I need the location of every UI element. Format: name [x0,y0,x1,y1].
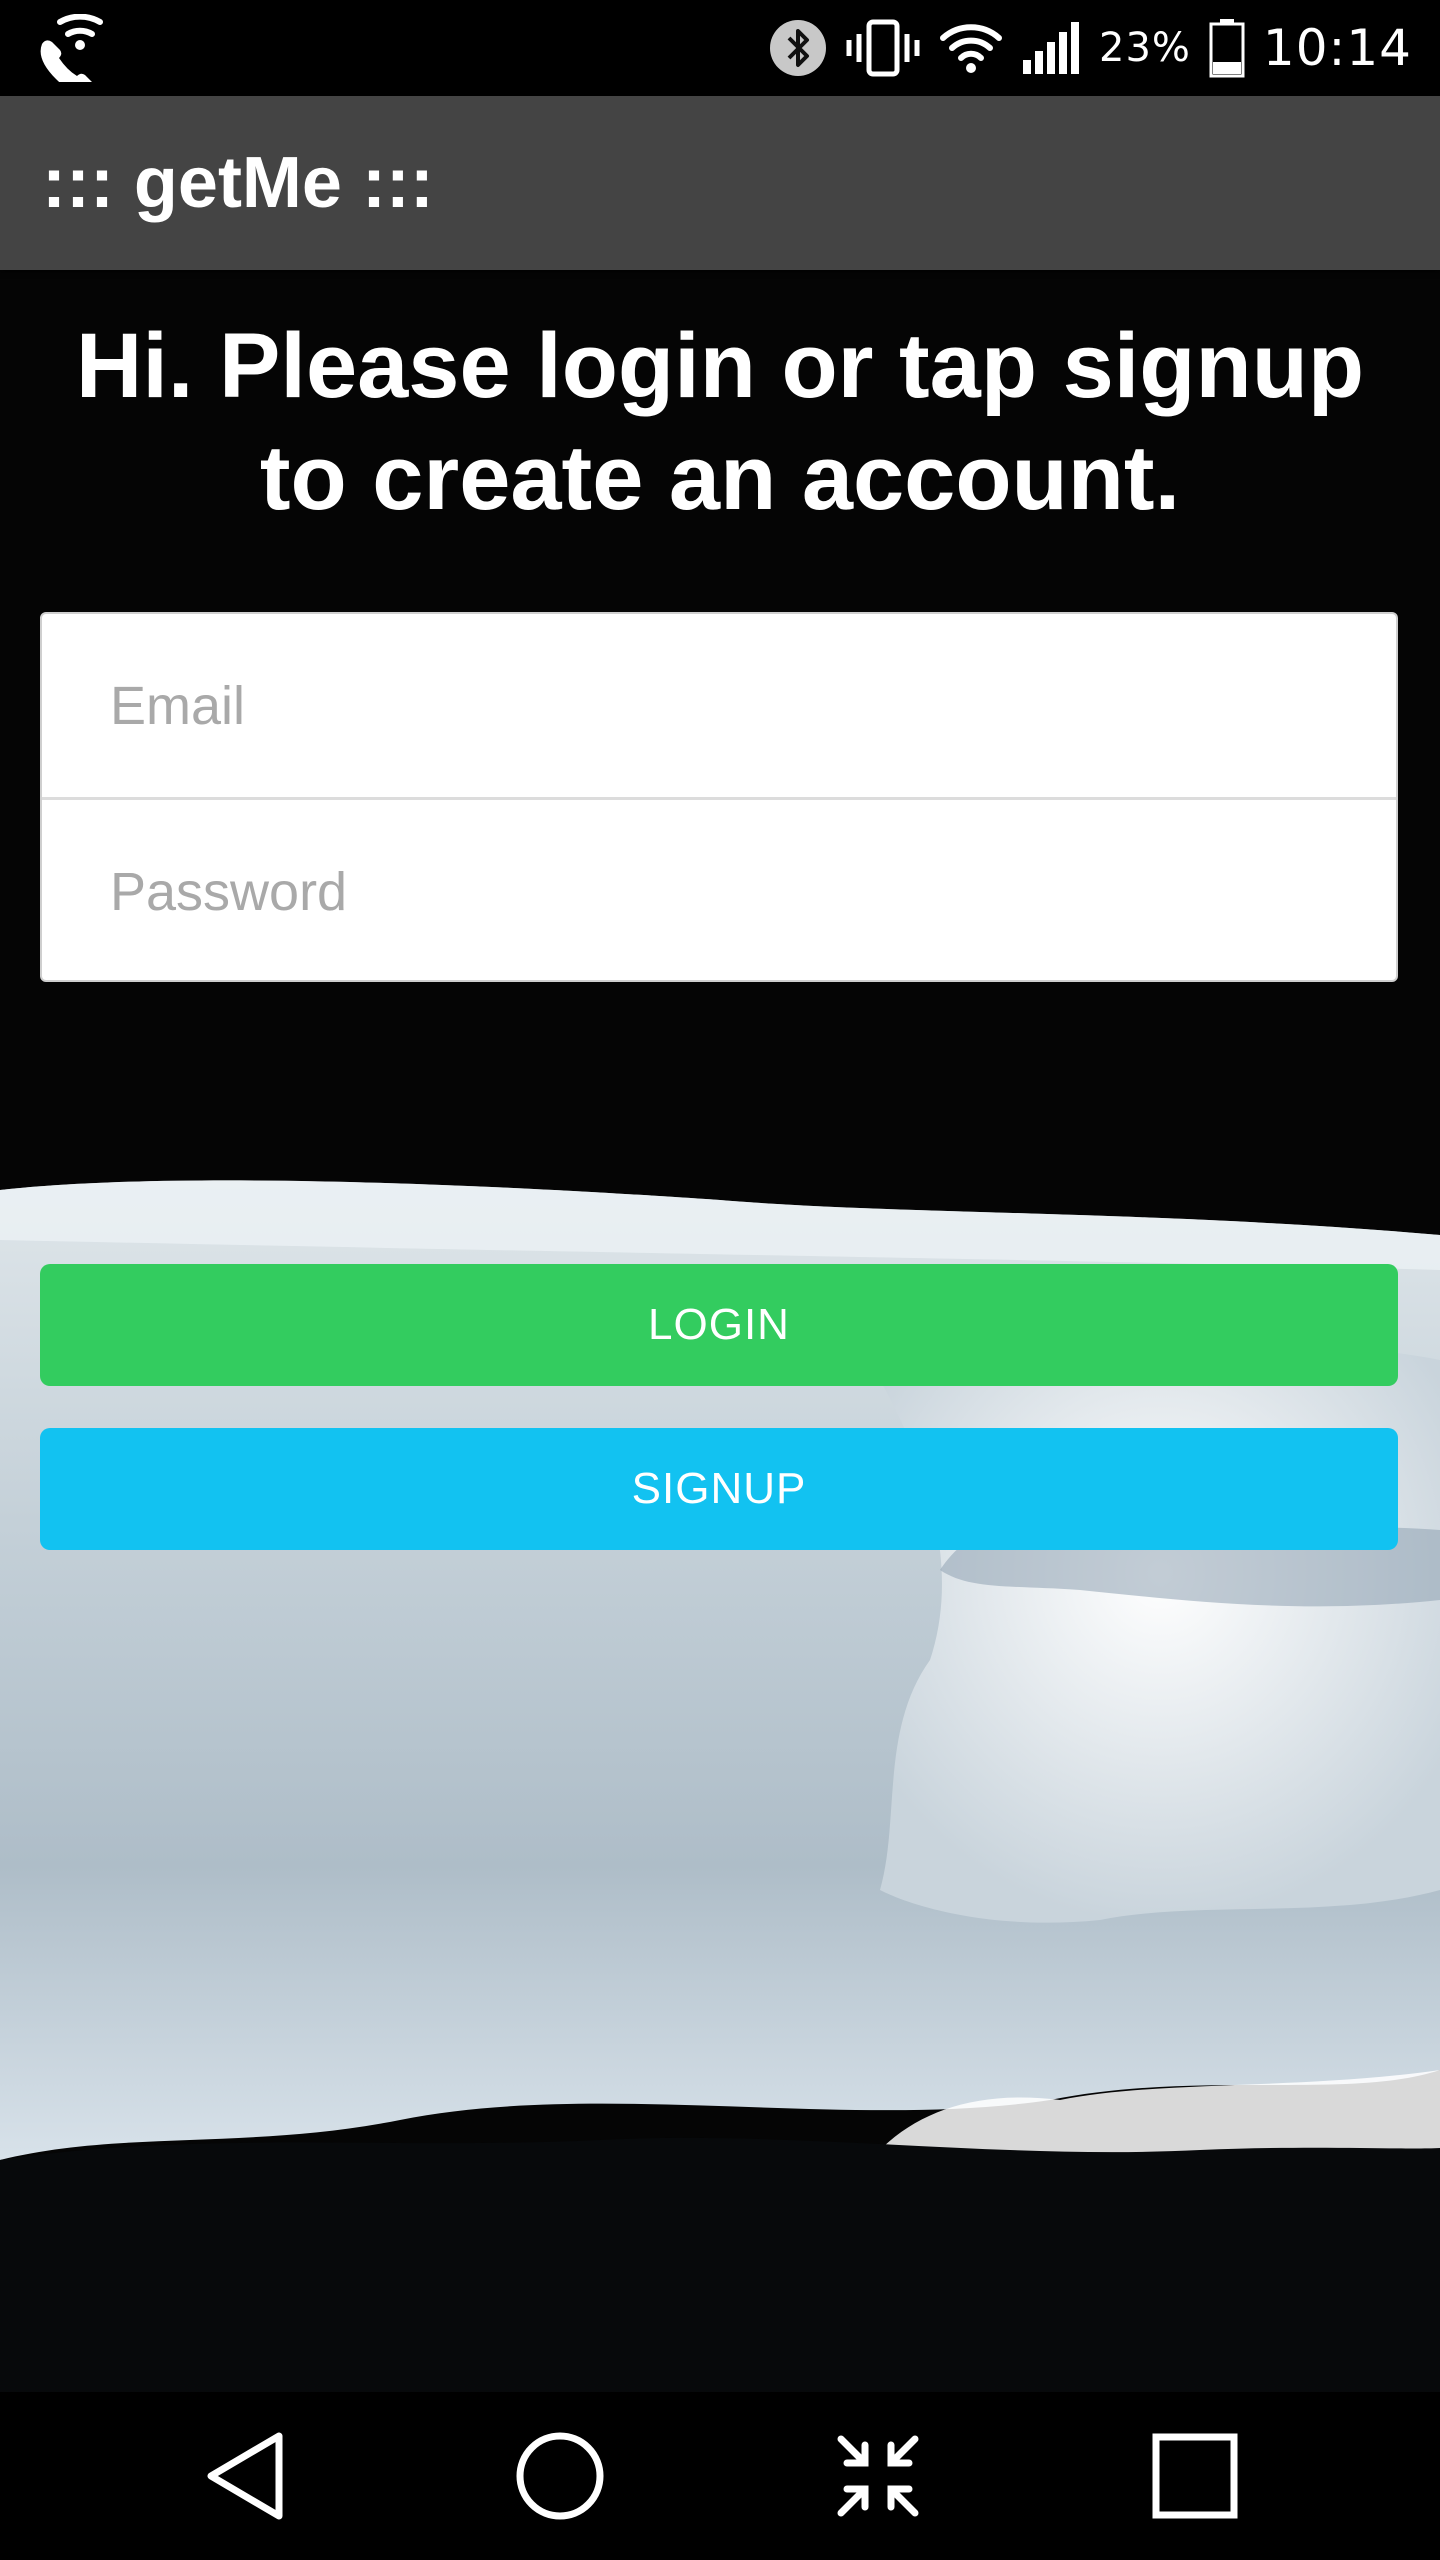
clock: 10:14 [1262,19,1412,77]
home-icon [516,2432,604,2520]
back-button[interactable] [155,2392,335,2560]
password-input[interactable] [42,800,1396,980]
back-icon [207,2432,283,2520]
login-form [40,612,1398,982]
dual-window-button[interactable] [788,2392,968,2560]
battery-percent: 23% [1099,25,1191,71]
battery-icon [1209,19,1245,78]
status-bar: 23% 10:14 [0,0,1440,96]
login-button[interactable]: LOGIN [40,1264,1398,1386]
app-title: ::: getMe ::: [42,143,434,223]
dual-window-icon [837,2435,919,2517]
navigation-bar [0,2392,1440,2560]
wifi-icon [940,24,1002,73]
action-bar: ::: getMe ::: [0,96,1440,270]
signal-icon [1023,22,1079,74]
recent-apps-icon [1152,2433,1238,2519]
home-button[interactable] [470,2392,650,2560]
wifi-calling-icon [40,14,103,82]
welcome-message: Hi. Please login or tap signup to create… [75,315,1365,529]
recent-apps-button[interactable] [1105,2392,1285,2560]
status-icons: 23% 10:14 [769,0,1412,96]
screen: 23% 10:14 ::: getMe ::: Hi. Please login… [0,0,1440,2560]
login-content: Hi. Please login or tap signup to create… [0,270,1440,2392]
vibrate-icon [846,19,920,77]
email-input[interactable] [42,614,1396,797]
signup-button[interactable]: SIGNUP [40,1428,1398,1550]
bluetooth-icon [770,20,826,76]
